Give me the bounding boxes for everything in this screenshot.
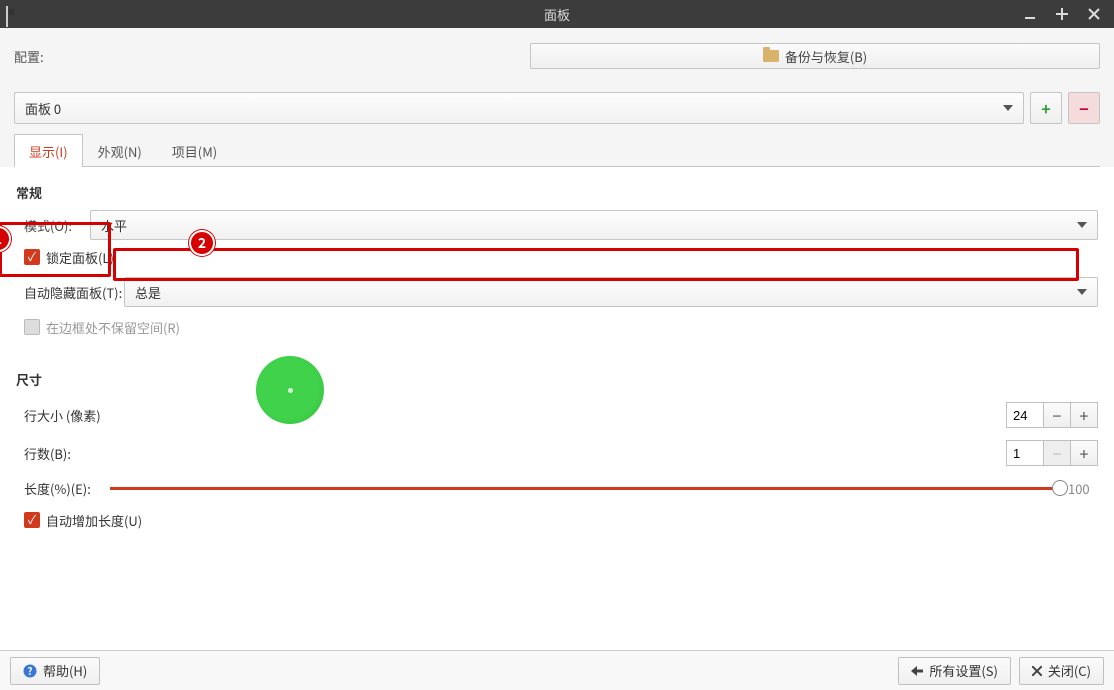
mode-select[interactable]: 水平 [90, 210, 1098, 240]
folder-icon [763, 50, 779, 62]
reserve-space-label: 在边框处不保留空间(R) [46, 318, 180, 337]
row-size-spinbox: − + [1006, 402, 1098, 428]
tab-page-display: 常规 模式(O): 水平 锁定面板(L) 自动隐藏面板(T): 总是 [0, 167, 1114, 650]
length-slider-thumb[interactable] [1052, 480, 1068, 496]
help-button[interactable]: ? 帮助(H) [10, 657, 100, 685]
close-icon [1032, 666, 1042, 676]
all-settings-label: 所有设置(S) [929, 661, 998, 680]
window-title: 面板 [0, 5, 1114, 24]
maximize-button[interactable] [1046, 0, 1078, 28]
autohide-select[interactable]: 总是 [124, 277, 1098, 307]
bottom-bar: ? 帮助(H) 所有设置(S) 关闭(C) [0, 650, 1114, 690]
minimize-button[interactable] [1014, 0, 1046, 28]
close-dialog-button[interactable]: 关闭(C) [1019, 657, 1104, 685]
panel-select-value: 面板 0 [25, 99, 61, 118]
tab-display[interactable]: 显示(I) [14, 134, 83, 167]
section-general-title: 常规 [16, 183, 1098, 202]
annotation-badge-2: 2 [189, 230, 215, 256]
lock-panel-checkbox[interactable] [24, 249, 40, 265]
app-icon [6, 7, 26, 21]
tabs: 显示(I) 外观(N) 项目(M) [14, 134, 1100, 167]
rows-increase[interactable]: + [1070, 440, 1098, 466]
row-size-label: 行大小 (像素) [24, 406, 1006, 425]
remove-panel-button[interactable]: − [1068, 92, 1100, 124]
row-size-increase[interactable]: + [1070, 402, 1098, 428]
all-settings-button[interactable]: 所有设置(S) [898, 657, 1011, 685]
chevron-down-icon [1003, 105, 1013, 111]
lock-panel-label: 锁定面板(L) [46, 248, 114, 267]
arrow-left-icon [911, 666, 923, 676]
autohide-label: 自动隐藏面板(T): [24, 283, 124, 302]
length-label: 长度(%)(E): [24, 479, 102, 498]
reserve-space-checkbox [24, 319, 40, 335]
mode-label: 模式(O): [24, 216, 90, 235]
rows-input[interactable] [1006, 440, 1044, 466]
tab-items[interactable]: 项目(M) [157, 134, 232, 167]
config-label: 配置: [14, 47, 44, 66]
mode-value: 水平 [101, 216, 127, 235]
row-size-input[interactable] [1006, 402, 1044, 428]
auto-increase-checkbox[interactable] [24, 512, 40, 528]
autohide-value: 总是 [135, 283, 161, 302]
title-bar: 面板 [0, 0, 1114, 28]
row-size-decrease[interactable]: − [1043, 402, 1071, 428]
help-label: 帮助(H) [43, 661, 87, 680]
chevron-down-icon [1077, 289, 1087, 295]
close-dialog-label: 关闭(C) [1048, 661, 1091, 680]
auto-increase-label: 自动增加长度(U) [46, 511, 142, 530]
help-icon: ? [23, 664, 37, 678]
backup-restore-label: 备份与恢复(B) [785, 47, 867, 66]
close-button[interactable] [1078, 0, 1110, 28]
tab-appearance[interactable]: 外观(N) [83, 134, 157, 167]
rows-spinbox: − + [1006, 440, 1098, 466]
chevron-down-icon [1077, 222, 1087, 228]
section-size-title: 尺寸 [16, 370, 1098, 389]
rows-label: 行数(B): [24, 444, 1006, 463]
backup-restore-button[interactable]: 备份与恢复(B) [530, 43, 1100, 69]
svg-text:?: ? [27, 664, 32, 678]
add-panel-button[interactable]: + [1030, 92, 1062, 124]
panel-select[interactable]: 面板 0 [14, 92, 1024, 124]
length-value: 100 [1068, 479, 1098, 498]
annotation-badge-1: 1 [0, 226, 11, 252]
annotation-cursor-marker [256, 356, 324, 424]
rows-decrease: − [1043, 440, 1071, 466]
length-slider[interactable] [110, 478, 1060, 498]
